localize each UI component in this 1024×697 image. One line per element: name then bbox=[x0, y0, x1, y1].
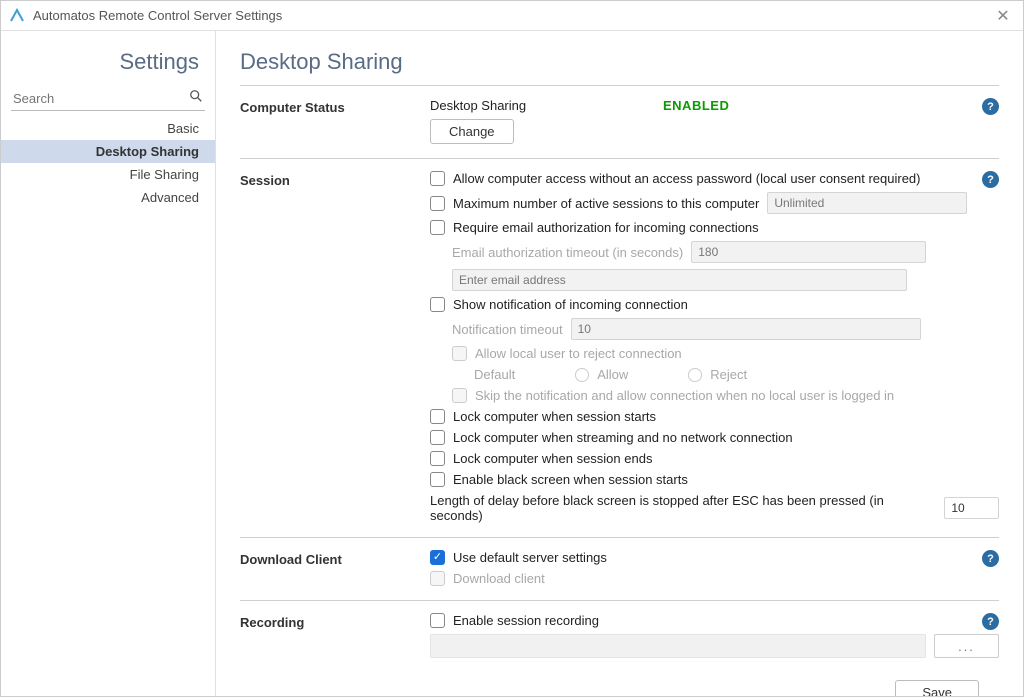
lbl-show-notification: Show notification of incoming connection bbox=[453, 297, 688, 312]
lbl-use-default: Use default server settings bbox=[453, 550, 607, 565]
section-download: Download Client ? Use default server set… bbox=[240, 537, 999, 600]
lbl-skip-notification: Skip the notification and allow connecti… bbox=[475, 388, 894, 403]
lbl-lock-stream: Lock computer when streaming and no netw… bbox=[453, 430, 793, 445]
lbl-download-client: Download client bbox=[453, 571, 545, 586]
help-icon[interactable]: ? bbox=[982, 171, 999, 188]
chk-lock-stream[interactable] bbox=[430, 430, 445, 445]
search-input[interactable] bbox=[11, 87, 211, 110]
sidebar-item-basic[interactable]: Basic bbox=[1, 117, 215, 140]
change-button[interactable]: Change bbox=[430, 119, 514, 144]
section-label: Session bbox=[240, 171, 430, 523]
lbl-black-delay: Length of delay before black screen is s… bbox=[430, 493, 936, 523]
close-icon[interactable]: ✕ bbox=[991, 4, 1015, 28]
radio-reject bbox=[688, 368, 702, 382]
help-icon[interactable]: ? bbox=[982, 613, 999, 630]
sidebar-item-file-sharing[interactable]: File Sharing bbox=[1, 163, 215, 186]
help-icon[interactable]: ? bbox=[982, 550, 999, 567]
radio-allow bbox=[575, 368, 589, 382]
chk-download-client bbox=[430, 571, 445, 586]
chk-enable-recording[interactable] bbox=[430, 613, 445, 628]
section-session: Session ? Allow computer access without … bbox=[240, 158, 999, 537]
recording-path-field[interactable] bbox=[430, 634, 926, 658]
section-label: Computer Status bbox=[240, 98, 430, 144]
section-computer-status: Computer Status ? Desktop Sharing ENABLE… bbox=[240, 85, 999, 158]
sidebar-heading: Settings bbox=[1, 49, 215, 87]
search-wrap bbox=[11, 87, 205, 111]
lbl-reject: Reject bbox=[710, 367, 747, 382]
chk-lock-end[interactable] bbox=[430, 451, 445, 466]
lbl-email-timeout: Email authorization timeout (in seconds) bbox=[452, 245, 683, 260]
lbl-allow-reject: Allow local user to reject connection bbox=[475, 346, 682, 361]
chk-lock-start[interactable] bbox=[430, 409, 445, 424]
input-black-delay[interactable]: 10 bbox=[944, 497, 999, 519]
chk-black-screen[interactable] bbox=[430, 472, 445, 487]
section-label: Download Client bbox=[240, 550, 430, 586]
lbl-lock-start: Lock computer when session starts bbox=[453, 409, 656, 424]
browse-button[interactable]: ... bbox=[934, 634, 999, 658]
help-icon[interactable]: ? bbox=[982, 98, 999, 115]
save-button[interactable]: Save bbox=[895, 680, 979, 696]
chk-use-default[interactable] bbox=[430, 550, 445, 565]
status-label: Desktop Sharing bbox=[430, 98, 655, 113]
input-email-timeout[interactable]: 180 bbox=[691, 241, 926, 263]
input-max-sessions[interactable]: Unlimited bbox=[767, 192, 967, 214]
chk-skip-notification bbox=[452, 388, 467, 403]
app-logo-icon bbox=[9, 8, 25, 24]
footer: Save bbox=[240, 672, 999, 696]
lbl-notif-timeout: Notification timeout bbox=[452, 322, 563, 337]
chk-allow-reject bbox=[452, 346, 467, 361]
search-icon[interactable] bbox=[189, 89, 203, 106]
lbl-allow: Allow bbox=[597, 367, 628, 382]
lbl-black-screen: Enable black screen when session starts bbox=[453, 472, 688, 487]
app-window: Automatos Remote Control Server Settings… bbox=[0, 0, 1024, 697]
input-notif-timeout[interactable]: 10 bbox=[571, 318, 921, 340]
status-badge: ENABLED bbox=[663, 98, 729, 113]
lbl-default: Default bbox=[474, 367, 515, 382]
section-label: Recording bbox=[240, 613, 430, 658]
lbl-allow-no-password: Allow computer access without an access … bbox=[453, 171, 921, 186]
chk-show-notification[interactable] bbox=[430, 297, 445, 312]
titlebar: Automatos Remote Control Server Settings… bbox=[1, 1, 1023, 31]
lbl-require-email: Require email authorization for incoming… bbox=[453, 220, 759, 235]
main-panel: Desktop Sharing Computer Status ? Deskto… bbox=[216, 31, 1023, 696]
chk-require-email[interactable] bbox=[430, 220, 445, 235]
lbl-enable-recording: Enable session recording bbox=[453, 613, 599, 628]
section-recording: Recording ? Enable session recording ... bbox=[240, 600, 999, 672]
page-title: Desktop Sharing bbox=[240, 49, 999, 75]
sidebar-item-desktop-sharing[interactable]: Desktop Sharing bbox=[1, 140, 215, 163]
window-title: Automatos Remote Control Server Settings bbox=[33, 8, 282, 23]
chk-allow-no-password[interactable] bbox=[430, 171, 445, 186]
sidebar: Settings Basic Desktop Sharing File Shar… bbox=[1, 31, 216, 696]
sidebar-item-advanced[interactable]: Advanced bbox=[1, 186, 215, 209]
input-email-address[interactable]: Enter email address bbox=[452, 269, 907, 291]
lbl-max-sessions: Maximum number of active sessions to thi… bbox=[453, 196, 759, 211]
chk-max-sessions[interactable] bbox=[430, 196, 445, 211]
lbl-lock-end: Lock computer when session ends bbox=[453, 451, 652, 466]
